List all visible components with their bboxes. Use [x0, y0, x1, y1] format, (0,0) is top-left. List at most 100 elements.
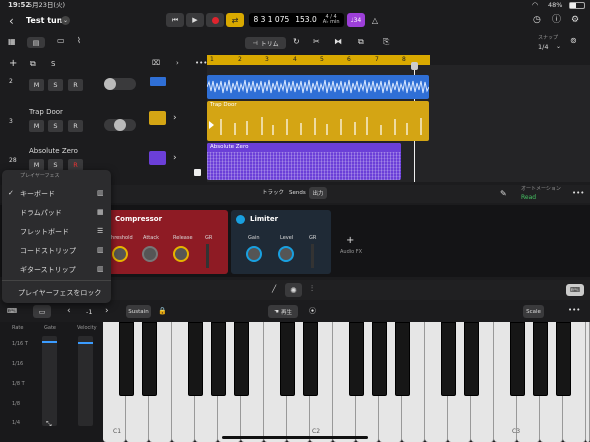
octave-down-button[interactable]: ‹ [67, 307, 71, 316]
octave-up-button[interactable]: › [105, 307, 109, 316]
solo-button[interactable]: S [48, 79, 63, 91]
volume-slider[interactable] [104, 119, 136, 131]
white-key[interactable] [586, 322, 590, 442]
keyboard-icon[interactable]: ⌨ [7, 308, 17, 315]
inspector-icon[interactable]: ▭ [57, 37, 65, 45]
loop-browser-icon[interactable]: ⊚ [570, 37, 577, 45]
rate-option[interactable]: 1/8 T [12, 382, 25, 387]
velocity-slider[interactable] [78, 336, 93, 426]
track-header-s[interactable]: S [51, 61, 55, 68]
input-monitor-icon[interactable] [194, 169, 201, 176]
back-icon[interactable]: ‹ [9, 15, 14, 27]
threshold-knob[interactable] [112, 246, 128, 262]
copy-icon[interactable]: ⧉ [358, 38, 364, 46]
automation-icon[interactable]: ⌇ [77, 37, 81, 45]
midi-region[interactable]: Absolute Zero [207, 143, 401, 180]
black-key[interactable] [464, 322, 479, 396]
rewind-button[interactable]: ⏮ [166, 13, 184, 27]
rate-option[interactable]: 1/4 [12, 421, 20, 426]
gate-slider[interactable] [42, 336, 57, 426]
header-more-icon[interactable]: ••• [195, 60, 207, 67]
trim-button[interactable]: ⊣ トリム [245, 37, 286, 49]
black-key[interactable] [119, 322, 134, 396]
monitor-icon[interactable]: ⌧ [152, 60, 160, 67]
track-name[interactable]: Absolute Zero [29, 148, 78, 155]
browser-icon[interactable]: ▦ [8, 38, 16, 46]
black-key[interactable] [510, 322, 525, 396]
black-key[interactable] [142, 322, 157, 396]
settings-icon[interactable]: ⚙ [571, 16, 579, 25]
rate-option[interactable]: 1/8 [12, 402, 20, 407]
tab-output[interactable]: 出力 [309, 187, 327, 199]
help-icon[interactable]: ⓘ [552, 16, 561, 25]
keyboard-more-icon[interactable]: ••• [568, 307, 580, 314]
eq-icon[interactable]: ⫶ [311, 285, 313, 293]
limiter-plugin[interactable] [231, 210, 331, 274]
playhead-handle[interactable] [411, 62, 418, 70]
pencil-icon[interactable]: ╱ [272, 286, 276, 293]
release-knob[interactable] [173, 246, 189, 262]
power-icon[interactable] [236, 215, 245, 224]
black-key[interactable] [395, 322, 410, 396]
audio-region[interactable] [207, 75, 429, 99]
tab-track[interactable]: トラック [262, 190, 284, 197]
menu-item-drum-pads[interactable]: ドラムパッド ▦ [2, 203, 112, 222]
smart-controls-icon[interactable]: ✺ [285, 283, 302, 297]
cycle-button[interactable]: ⇄ [226, 13, 244, 27]
tracks-view-icon[interactable]: ▤ [27, 37, 45, 48]
black-key[interactable] [234, 322, 249, 396]
menu-item-guitar-strips[interactable]: ギターストリップ ▥ [2, 260, 112, 279]
arpeggiator-icon[interactable]: ⦿ [309, 308, 316, 315]
plugin-more-icon[interactable]: ••• [572, 190, 584, 197]
edit-pencil-icon[interactable]: ✎ [500, 190, 507, 198]
paste-icon[interactable]: ⎘ [383, 38, 389, 46]
record-arm-button[interactable]: R [68, 79, 83, 91]
solo-button[interactable]: S [48, 120, 63, 132]
loop-icon[interactable]: ↻ [293, 38, 300, 46]
record-button[interactable] [206, 13, 224, 27]
count-in-button[interactable]: ♩34 [347, 13, 365, 27]
menu-item-keyboard[interactable]: ✓ キーボード ▥ [2, 184, 112, 203]
track-expand-icon[interactable]: › [173, 114, 177, 123]
black-key[interactable] [556, 322, 571, 396]
drummer-region[interactable]: Trap Door [207, 101, 429, 141]
volume-slider[interactable] [104, 78, 136, 90]
scale-button[interactable]: Scale [523, 305, 544, 318]
add-plugin-icon[interactable]: + [346, 236, 354, 246]
level-knob[interactable] [278, 246, 294, 262]
menu-item-chord-strips[interactable]: コードストリップ ▥ [2, 241, 112, 260]
gain-knob[interactable] [246, 246, 262, 262]
sustain-button[interactable]: Sustain [126, 305, 151, 318]
join-icon[interactable]: ⧓ [334, 38, 342, 46]
lock-icon[interactable]: 🔒 [158, 308, 167, 315]
automation-value[interactable]: Read [521, 195, 536, 201]
black-key[interactable] [280, 322, 295, 396]
black-key[interactable] [188, 322, 203, 396]
gate-handle-icon[interactable]: ⤡ [46, 421, 52, 428]
add-track-icon[interactable]: + [9, 59, 17, 69]
black-key[interactable] [211, 322, 226, 396]
header-chevron-icon[interactable]: › [176, 60, 179, 67]
menu-item-fretboard[interactable]: フレットボード ☰ [2, 222, 112, 241]
chevron-down-icon[interactable]: ⌄ [61, 16, 70, 25]
attack-knob[interactable] [142, 246, 158, 262]
play-button[interactable]: ▶ [186, 13, 204, 27]
tab-sends[interactable]: Sends [289, 190, 306, 197]
history-icon[interactable]: ◷ [533, 16, 541, 25]
menu-item-lock[interactable]: プレイヤーフェスをロック [2, 283, 112, 302]
rate-option[interactable]: 1/16 [12, 362, 23, 367]
metronome-icon[interactable]: △ [367, 13, 383, 27]
mute-button[interactable]: M [29, 79, 44, 91]
black-key[interactable] [533, 322, 548, 396]
play-mode-button[interactable]: ☚ 再生 [268, 305, 298, 318]
record-arm-button[interactable]: R [68, 120, 83, 132]
track-expand-icon[interactable]: › [173, 154, 177, 163]
mute-button[interactable]: M [29, 120, 44, 132]
snap-value[interactable]: 1/4 [538, 44, 548, 51]
track-name[interactable]: Trap Door [29, 109, 63, 116]
keyboard-toggle-icon[interactable]: ⌨ [566, 284, 584, 296]
split-icon[interactable]: ✂ [313, 38, 320, 46]
black-key[interactable] [303, 322, 318, 396]
surface-layout-icon[interactable]: ▭ [33, 305, 51, 318]
black-key[interactable] [349, 322, 364, 396]
